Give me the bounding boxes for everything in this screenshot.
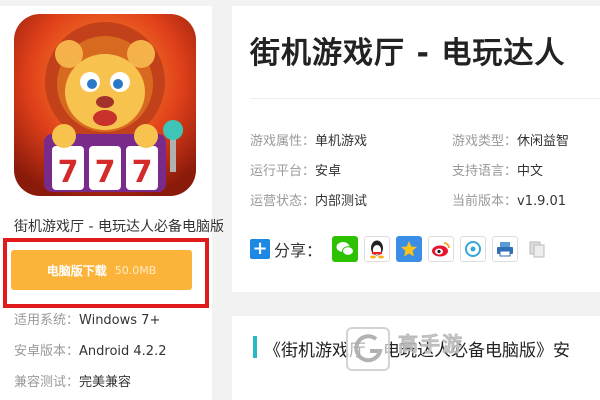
download-size: 50.0MB <box>114 263 157 277</box>
copy-icon[interactable] <box>524 236 551 262</box>
attr-key: 运营状态： <box>250 194 316 209</box>
spec-row-android: 安卓版本：Android 4.2.2 <box>14 340 167 359</box>
download-label: 电脑版下载 <box>46 263 107 278</box>
spec-key: 适用系统： <box>14 313 80 328</box>
attr-game-property: 游戏属性：单机游戏 <box>250 130 367 149</box>
app-name: 街机游戏厅 - 电玩达人必备电脑版 <box>14 219 224 235</box>
attr-version: 当前版本：v1.9.01 <box>452 190 566 209</box>
attr-language: 支持语言：中文 <box>452 160 543 179</box>
share-label: 分享： <box>274 241 323 260</box>
spec-row-system: 适用系统：Windows 7+ <box>14 309 160 328</box>
attr-key: 当前版本： <box>452 194 518 209</box>
svg-text:7: 7 <box>58 155 79 190</box>
attr-value: v1.9.01 <box>517 194 567 209</box>
spec-value: Windows 7+ <box>79 313 161 328</box>
section-accent-bar <box>253 336 257 358</box>
qq-icon[interactable] <box>364 236 391 262</box>
page-title: 街机游戏厅 - 电玩达人 <box>250 36 566 71</box>
spec-value: Android 4.2.2 <box>79 344 167 359</box>
attr-value: 安卓 <box>315 164 342 179</box>
print-icon[interactable] <box>492 236 519 262</box>
spec-row-compat: 兼容测试：完美兼容 <box>14 371 131 390</box>
attr-value: 单机游戏 <box>315 134 368 149</box>
attr-key: 游戏类型： <box>452 134 518 149</box>
share-plus-icon[interactable]: + <box>250 239 270 259</box>
wechat-icon[interactable] <box>332 236 359 262</box>
spec-key: 安卓版本： <box>14 344 80 359</box>
qzone-icon[interactable] <box>396 236 423 262</box>
spec-value: 完美兼容 <box>79 375 132 390</box>
tencent-weibo-icon[interactable] <box>460 236 487 262</box>
divider <box>250 98 600 99</box>
pc-download-button[interactable]: 电脑版下载 50.0MB <box>11 250 192 290</box>
spec-key: 兼容测试： <box>14 375 80 390</box>
attr-key: 游戏属性： <box>250 134 316 149</box>
article-title: 《街机游戏厅 - 电玩达人必备电脑版》安 <box>264 341 570 361</box>
share-bar: + 分享： <box>250 236 551 262</box>
attr-value: 内部测试 <box>315 194 368 209</box>
attr-value: 休闲益智 <box>517 134 570 149</box>
attr-value: 中文 <box>517 164 544 179</box>
svg-text:7: 7 <box>132 155 153 190</box>
share-icons <box>332 236 551 262</box>
svg-text:7: 7 <box>95 155 116 190</box>
attr-status: 运营状态：内部测试 <box>250 190 367 209</box>
attr-platform: 运行平台：安卓 <box>250 160 341 179</box>
weibo-icon[interactable] <box>428 236 455 262</box>
attr-game-type: 游戏类型：休闲益智 <box>452 130 569 149</box>
attr-key: 运行平台： <box>250 164 316 179</box>
attr-key: 支持语言： <box>452 164 518 179</box>
lion-777-slot-icon: 7 7 7 <box>14 14 196 196</box>
